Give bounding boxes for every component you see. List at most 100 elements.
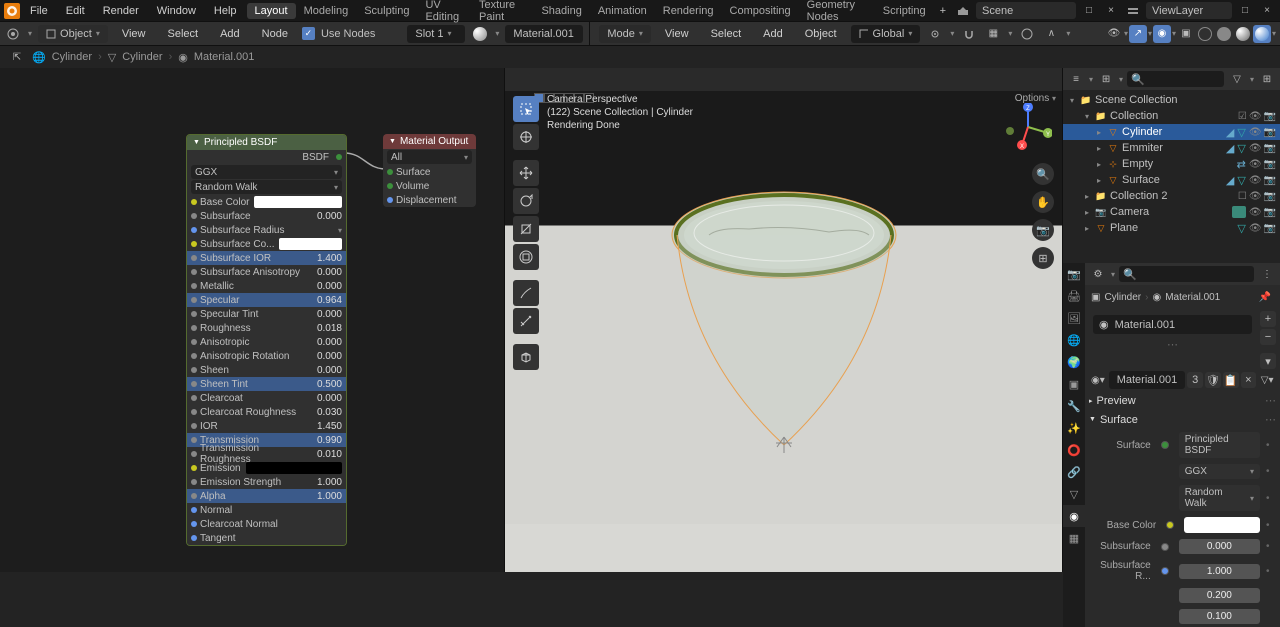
workspace-tab-shading[interactable]: Shading (533, 3, 589, 19)
workspace-tab-uv-editing[interactable]: UV Editing (417, 0, 471, 25)
tree-scene-collection[interactable]: ▾ 📁 Scene Collection (1063, 92, 1280, 108)
visibility-icon[interactable]: 👁 (1105, 25, 1123, 43)
bsdf-transmission-roughness[interactable]: Transmission Roughness0.010 (187, 447, 346, 461)
expand-icon[interactable]: ▸ (1094, 160, 1104, 169)
shader-mode-dropdown[interactable]: Object ▾ (38, 25, 108, 43)
viewport-add-menu[interactable]: Add (755, 28, 791, 40)
preview-panel-header[interactable]: ▸Preview ⋯ (1085, 391, 1280, 410)
viewport-view-menu[interactable]: View (657, 28, 697, 40)
bsdf-anisotropic-rotation[interactable]: Anisotropic Rotation0.000 (187, 349, 346, 363)
material-slot-remove[interactable]: − (1260, 329, 1276, 345)
viewlayer-delete-icon[interactable]: × (1258, 2, 1276, 20)
row-flags[interactable]: ☑👁📷 (1238, 111, 1276, 122)
editor-type-shader-icon[interactable] (4, 25, 22, 43)
shader-node-menu[interactable]: Node (254, 28, 296, 40)
material-sphere-icon[interactable] (471, 25, 489, 43)
camera-view-icon[interactable]: 📷 (1032, 219, 1054, 241)
sss-radius-y[interactable]: 0.200 (1179, 588, 1260, 603)
output-displacement-socket[interactable]: Displacement (396, 195, 472, 206)
add-cube-tool-icon[interactable] (513, 344, 539, 370)
tab-modifiers[interactable]: 🔧 (1063, 395, 1085, 417)
tab-world[interactable]: 🌍 (1063, 351, 1085, 373)
blender-logo[interactable] (4, 3, 20, 19)
bsdf-roughness[interactable]: Roughness0.018 (187, 321, 346, 335)
shading-solid-icon[interactable] (1215, 25, 1233, 43)
tab-material[interactable]: ◉ (1063, 505, 1085, 527)
bsdf-sss-method-dropdown[interactable]: Random Walk▾ (191, 180, 342, 194)
scene-delete-icon[interactable]: × (1102, 2, 1120, 20)
zoom-icon[interactable]: 🔍 (1032, 163, 1054, 185)
bsdf-clearcoat[interactable]: Clearcoat0.000 (187, 391, 346, 405)
tree-plane[interactable]: ▸ ▽ Plane ▽ 👁📷 (1063, 220, 1280, 236)
node-editor[interactable]: ▼ Principled BSDF BSDF GGX▾ Random Walk▾… (0, 68, 504, 572)
bsdf-subsurface-ior[interactable]: Subsurface IOR1.400 (187, 251, 346, 265)
outliner-display-mode-icon[interactable]: ⊞ (1097, 70, 1115, 88)
material-output-header[interactable]: ▼ Material Output (383, 134, 476, 149)
move-tool-icon[interactable] (513, 160, 539, 186)
tree-collection2[interactable]: ▸ 📁 Collection 2 ☐👁📷 (1063, 188, 1280, 204)
material-slot[interactable]: ◉Material.001 (1093, 315, 1252, 334)
properties-search[interactable]: 🔍 (1119, 266, 1254, 282)
bsdf-metallic[interactable]: Metallic0.000 (187, 279, 346, 293)
expand-icon[interactable]: ▸ (1094, 144, 1104, 153)
shader-add-menu[interactable]: Add (212, 28, 248, 40)
bsdf-clearcoat-normal[interactable]: Clearcoat Normal (187, 517, 346, 531)
bsdf-emission[interactable]: Emission (187, 461, 346, 475)
tab-output[interactable]: 🖨 (1063, 285, 1085, 307)
outliner-editor-icon[interactable]: ≡ (1067, 70, 1085, 88)
material-browse-icon[interactable]: ◉▾ (1089, 371, 1107, 389)
gizmo-icon[interactable]: ↗ (1129, 25, 1147, 43)
principled-bsdf-header[interactable]: ▼ Principled BSDF (187, 135, 346, 150)
workspace-tab-animation[interactable]: Animation (590, 3, 655, 19)
shading-wireframe-icon[interactable] (1196, 25, 1214, 43)
bsdf-subsurface-radius[interactable]: Subsurface Radius▾ (187, 223, 346, 237)
bsdf-alpha[interactable]: Alpha1.000 (187, 489, 346, 503)
output-surface-socket[interactable]: Surface (396, 167, 472, 178)
sss-radius-x[interactable]: 1.000 (1179, 564, 1260, 579)
tab-constraints[interactable]: 🔗 (1063, 461, 1085, 483)
bsdf-output-socket[interactable]: BSDF (302, 152, 329, 163)
bsdf-clearcoat-roughness[interactable]: Clearcoat Roughness0.030 (187, 405, 346, 419)
menu-edit[interactable]: Edit (58, 5, 93, 17)
bsdf-specular[interactable]: Specular0.964 (187, 293, 346, 307)
expand-icon[interactable]: ▸ (1082, 192, 1092, 201)
expand-icon[interactable]: ▸ (1094, 176, 1104, 185)
output-volume-socket[interactable]: Volume (396, 181, 472, 192)
annotate-tool-icon[interactable] (513, 280, 539, 306)
principled-bsdf-node[interactable]: ▼ Principled BSDF BSDF GGX▾ Random Walk▾… (186, 134, 347, 546)
material-new[interactable]: 📋 (1223, 372, 1239, 388)
workspace-tab-compositing[interactable]: Compositing (722, 3, 799, 19)
workspace-tab-texture-paint[interactable]: Texture Paint (471, 0, 533, 25)
material-name-field[interactable]: Material.001 (505, 25, 583, 43)
tab-scene[interactable]: 🌐 (1063, 329, 1085, 351)
shading-rendered-icon[interactable] (1253, 25, 1271, 43)
scene-name-field[interactable]: Scene (976, 2, 1076, 19)
tree-item-empty[interactable]: ▸⊹Empty⇄👁📷 (1063, 156, 1280, 172)
viewlayer-new-icon[interactable]: □ (1236, 2, 1254, 20)
properties-editor-icon[interactable]: ⚙ (1089, 265, 1107, 283)
transform-tool-icon[interactable] (513, 244, 539, 270)
workspace-tab-sculpting[interactable]: Sculpting (356, 3, 417, 19)
bsdf-sheen[interactable]: Sheen0.000 (187, 363, 346, 377)
row-flags[interactable]: 👁📷 (1249, 175, 1276, 186)
viewport-select-menu[interactable]: Select (703, 28, 750, 40)
subsurface-value[interactable]: 0.000 (1179, 539, 1260, 554)
row-flags[interactable]: 👁📷 (1249, 127, 1276, 138)
shader-select-menu[interactable]: Select (159, 28, 206, 40)
snap-icon[interactable] (960, 25, 978, 43)
bsdf-distribution-dropdown[interactable]: GGX▾ (191, 165, 342, 179)
pivot-icon[interactable] (926, 25, 944, 43)
bsdf-ior[interactable]: IOR1.450 (187, 419, 346, 433)
bsdf-subsurface-co-[interactable]: Subsurface Co... (187, 237, 346, 251)
measure-tool-icon[interactable] (513, 308, 539, 334)
properties-options-icon[interactable]: ⋮ (1258, 265, 1276, 283)
tree-item-cylinder[interactable]: ▸▽Cylinder◢▽👁📷 (1063, 124, 1280, 140)
workspace-tab-geometry-nodes[interactable]: Geometry Nodes (799, 0, 875, 25)
material-output-node[interactable]: ▼ Material Output All▾ Surface Volume Di… (383, 134, 476, 207)
move-view-icon[interactable]: ✋ (1032, 191, 1054, 213)
material-users[interactable]: 3 (1187, 372, 1203, 388)
distribution-dropdown[interactable]: GGX▾ (1179, 464, 1260, 479)
expand-icon[interactable]: ▾ (1082, 112, 1092, 121)
surface-panel-header[interactable]: ▼Surface ⋯ (1085, 410, 1280, 429)
row-flags[interactable]: 👁📷 (1249, 159, 1276, 170)
